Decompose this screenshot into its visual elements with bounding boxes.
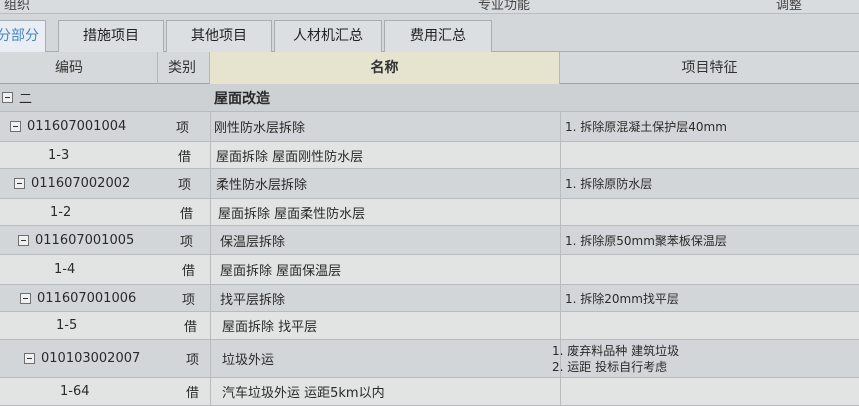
- collapse-icon[interactable]: [14, 178, 25, 189]
- table-row[interactable]: 010103002007 项 垃圾外运 1. 废弃料品种 建筑垃圾 2. 运距 …: [0, 340, 859, 378]
- row-name[interactable]: 汽车垃圾外运 运距5km以内: [222, 378, 556, 405]
- row-type: 项: [182, 292, 196, 308]
- row-name[interactable]: 刚性防水层拆除: [214, 112, 554, 141]
- row-name[interactable]: 垃圾外运: [222, 340, 556, 377]
- row-code: 011607001005: [35, 232, 135, 248]
- section-row[interactable]: 二 屋面改造: [0, 84, 859, 112]
- row-name[interactable]: 柔性防水层拆除: [216, 169, 556, 198]
- row-name[interactable]: 屋面拆除 找平层: [222, 312, 556, 339]
- table-row[interactable]: 011607001005 项 保温层拆除 1. 拆除原50mm聚苯板保温层: [0, 226, 859, 255]
- table-row[interactable]: 011607001006 项 找平层拆除 1. 拆除20mm找平层: [0, 285, 859, 312]
- row-feature-line[interactable]: 1. 拆除20mm找平层: [565, 285, 855, 311]
- top-strip-right-label[interactable]: 调整: [776, 0, 802, 13]
- top-strip-center-label[interactable]: 专业功能: [478, 0, 530, 13]
- code-column-header[interactable]: 编码: [0, 52, 158, 84]
- column-header: 编码 类别 名称 项目特征: [0, 52, 859, 84]
- collapse-icon[interactable]: [18, 234, 29, 246]
- table-row[interactable]: 1-5 借 屋面拆除 找平层: [0, 312, 859, 340]
- section-name: 屋面改造: [214, 90, 270, 107]
- name-column-header[interactable]: 名称: [210, 52, 560, 84]
- table-row[interactable]: 1-64 借 汽车垃圾外运 运距5km以内: [0, 378, 859, 406]
- row-code: 1-3: [48, 147, 70, 163]
- row-code: 011607001006: [37, 290, 137, 306]
- row-type: 借: [178, 149, 192, 165]
- top-strip-left-label: 组织: [4, 0, 31, 13]
- tab-3[interactable]: 人材机汇总: [274, 20, 382, 52]
- row-feature-line[interactable]: 1. 拆除原50mm聚苯板保温层: [565, 226, 855, 254]
- row-type: 项: [186, 353, 200, 368]
- tab-4[interactable]: 费用汇总: [384, 20, 492, 52]
- collapse-icon[interactable]: [2, 92, 13, 103]
- top-strip: 组织 专业功能 调整: [0, 0, 859, 14]
- row-type: 项: [178, 178, 192, 193]
- row-type: 借: [182, 264, 196, 279]
- collapse-icon[interactable]: [10, 121, 21, 132]
- row-feature-line: 1. 废弃料品种 建筑垃圾: [552, 343, 680, 358]
- row-name[interactable]: 屋面拆除 屋面柔性防水层: [218, 199, 558, 225]
- row-feature[interactable]: 1. 废弃料品种 建筑垃圾 2. 运距 投标自行考虑: [552, 340, 852, 377]
- row-code: 1-4: [54, 262, 76, 277]
- row-type: 借: [184, 320, 198, 335]
- tab-bar: 分部分项 措施项目 其他项目 人材机汇总 费用汇总: [0, 14, 859, 74]
- row-code: 1-5: [56, 318, 78, 333]
- table-row[interactable]: 1-3 借 屋面拆除 屋面刚性防水层: [0, 142, 859, 169]
- row-name[interactable]: 屋面拆除 屋面刚性防水层: [216, 142, 556, 168]
- bill-grid: 二 屋面改造 011607001004 项 刚性防水层拆除 1. 拆除原混凝土保…: [0, 84, 859, 406]
- row-feature-line[interactable]: 1. 拆除原混凝土保护层40mm: [565, 112, 855, 141]
- row-code: 011607001004: [27, 119, 127, 134]
- row-feature-line[interactable]: 1. 拆除原防水层: [565, 169, 855, 198]
- tab-1[interactable]: 措施项目: [58, 20, 164, 52]
- feature-column-header[interactable]: 项目特征: [560, 52, 859, 84]
- row-name[interactable]: 找平层拆除: [220, 285, 556, 311]
- table-row[interactable]: 1-4 借 屋面拆除 屋面保温层: [0, 255, 859, 285]
- table-row[interactable]: 011607002002 项 柔性防水层拆除 1. 拆除原防水层: [0, 169, 859, 199]
- row-feature-line: 2. 运距 投标自行考虑: [552, 359, 668, 374]
- row-type: 借: [186, 386, 200, 401]
- tab-2-label: 其他项目: [191, 28, 247, 44]
- row-type: 项: [176, 121, 190, 136]
- row-code: 1-2: [50, 204, 72, 220]
- row-code: 011607002002: [31, 176, 131, 191]
- row-code: 1-64: [60, 384, 90, 399]
- row-name[interactable]: 屋面拆除 屋面保温层: [220, 255, 556, 284]
- tab-0[interactable]: 分部分项: [0, 20, 46, 74]
- row-name[interactable]: 保温层拆除: [220, 226, 556, 254]
- row-type: 借: [180, 206, 194, 222]
- collapse-icon[interactable]: [24, 353, 35, 364]
- tab-1-label: 措施项目: [83, 28, 139, 44]
- section-code: 二: [19, 92, 33, 107]
- table-row[interactable]: 011607001004 项 刚性防水层拆除 1. 拆除原混凝土保护层40mm: [0, 112, 859, 142]
- tab-4-label: 费用汇总: [410, 28, 466, 44]
- row-code: 010103002007: [41, 351, 141, 366]
- type-column-header[interactable]: 类别: [158, 52, 210, 84]
- collapse-icon[interactable]: [20, 292, 31, 304]
- table-row[interactable]: 1-2 借 屋面拆除 屋面柔性防水层: [0, 199, 859, 226]
- tab-2[interactable]: 其他项目: [166, 20, 272, 52]
- row-type: 项: [180, 234, 194, 250]
- tab-3-label: 人材机汇总: [293, 28, 363, 44]
